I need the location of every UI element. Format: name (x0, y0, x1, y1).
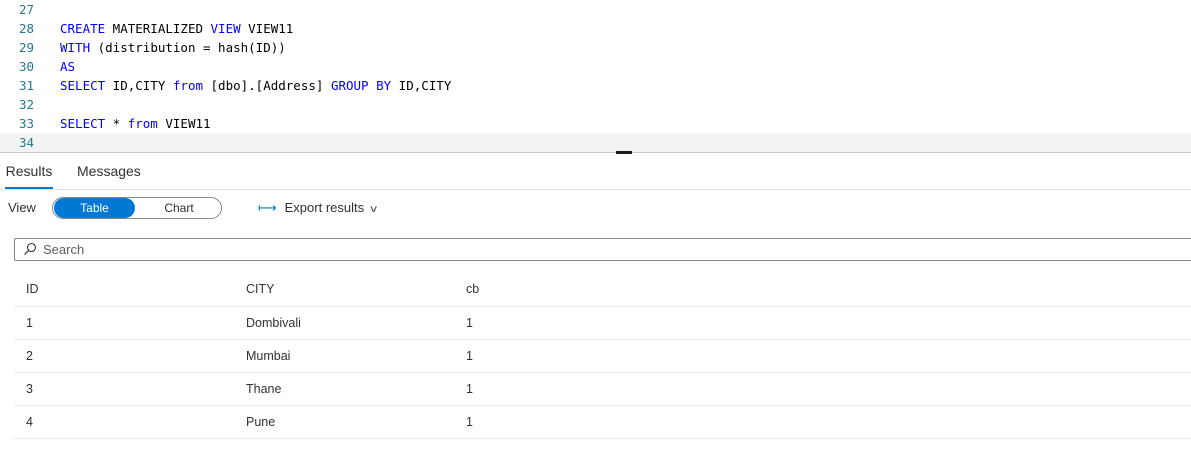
sql-text: (distribution = hash(ID)) (90, 40, 286, 55)
line-number: 29 (18, 40, 34, 55)
search-box (14, 238, 1191, 261)
chevron-down-icon: ∨ (368, 204, 379, 215)
column-header-id[interactable]: ID (26, 272, 39, 307)
sql-keyword: from (127, 116, 158, 131)
cell-id: 4 (26, 415, 33, 429)
table-row[interactable]: 1 Dombivali 1 (14, 307, 1191, 340)
cell-id: 3 (26, 382, 33, 396)
view-toggle: Table Chart (52, 197, 222, 219)
code-text[interactable]: WITH (distribution = hash(ID)) (60, 38, 286, 57)
sql-keyword: SELECT (60, 116, 106, 131)
grid-header-row: ID CITY cb (14, 272, 1191, 307)
sql-text: ID,CITY (105, 78, 173, 93)
sql-keyword: CREATE (60, 21, 106, 36)
code-line[interactable]: 29 WITH (distribution = hash(ID)) (0, 38, 1191, 57)
cell-cb: 1 (466, 382, 473, 396)
table-row[interactable]: 4 Pune 1 (14, 406, 1191, 439)
column-header-cb[interactable]: cb (466, 272, 479, 307)
search-input[interactable] (43, 240, 1043, 259)
code-line[interactable]: 30 AS (0, 57, 1191, 76)
sql-text: MATERIALIZED (105, 21, 211, 36)
code-text[interactable]: AS (60, 57, 75, 76)
sql-text: * (105, 116, 128, 131)
code-text[interactable]: CREATE MATERIALIZED VIEW VIEW11 (60, 19, 293, 38)
cell-cb: 1 (466, 349, 473, 363)
code-text[interactable]: SELECT ID,CITY from [dbo].[Address] GROU… (60, 76, 451, 95)
pane-splitter[interactable] (0, 152, 1191, 153)
line-number: 33 (18, 116, 34, 131)
line-number: 30 (18, 59, 34, 74)
sql-keyword: GROUP BY (330, 78, 392, 93)
cell-id: 1 (26, 316, 33, 330)
sql-keyword: AS (60, 59, 76, 74)
table-row[interactable]: 2 Mumbai 1 (14, 340, 1191, 373)
export-results-button[interactable]: ⟼ Export results ∨ (258, 199, 379, 217)
line-number: 34 (18, 135, 34, 150)
sql-text: VIEW11 (157, 116, 211, 131)
line-number: 32 (18, 97, 34, 112)
line-number: 28 (18, 21, 34, 36)
sql-keyword: from (172, 78, 203, 93)
code-line[interactable]: 34 (0, 133, 1191, 152)
view-label: View (8, 200, 36, 215)
results-tabs: Results Messages (0, 156, 1191, 190)
results-grid: ID CITY cb 1 Dombivali 1 2 Mumbai 1 3 Th… (14, 272, 1191, 439)
sql-text: [dbo].[Address] (203, 78, 331, 93)
code-line[interactable]: 28 CREATE MATERIALIZED VIEW VIEW11 (0, 19, 1191, 38)
code-line[interactable]: 27 (0, 0, 1191, 19)
cell-city: Pune (246, 415, 276, 429)
sql-text: VIEW11 (240, 21, 294, 36)
export-arrow-icon: ⟼ (258, 200, 277, 215)
sql-keyword: SELECT (60, 78, 106, 93)
line-number: 27 (18, 2, 34, 17)
sql-text: ID,CITY (391, 78, 452, 93)
code-line[interactable]: 33 SELECT * from VIEW11 (0, 114, 1191, 133)
column-header-city[interactable]: CITY (246, 272, 274, 307)
line-number: 31 (18, 78, 34, 93)
code-editor[interactable]: 27 28 CREATE MATERIALIZED VIEW VIEW11 29 WIT… (0, 0, 1191, 152)
chart-view-button[interactable]: Chart (149, 198, 209, 218)
cell-city: Mumbai (246, 349, 291, 363)
sql-keyword: WITH (60, 40, 91, 55)
tab-results[interactable]: Results (5, 156, 53, 189)
cell-id: 2 (26, 349, 33, 363)
splitter-handle[interactable] (616, 151, 632, 154)
cell-city: Thane (246, 382, 282, 396)
code-line[interactable]: 31 SELECT ID,CITY from [dbo].[Address] GR… (0, 76, 1191, 95)
code-text[interactable]: SELECT * from VIEW11 (60, 114, 211, 133)
table-view-button[interactable]: Table (54, 198, 135, 218)
export-results-label: Export results (284, 200, 365, 215)
search-icon (24, 242, 37, 255)
cell-cb: 1 (466, 316, 473, 330)
cell-city: Dombivali (246, 316, 301, 330)
cell-cb: 1 (466, 415, 473, 429)
code-line[interactable]: 32 (0, 95, 1191, 114)
tab-messages[interactable]: Messages (77, 156, 141, 189)
table-row[interactable]: 3 Thane 1 (14, 373, 1191, 406)
sql-keyword: VIEW (210, 21, 241, 36)
